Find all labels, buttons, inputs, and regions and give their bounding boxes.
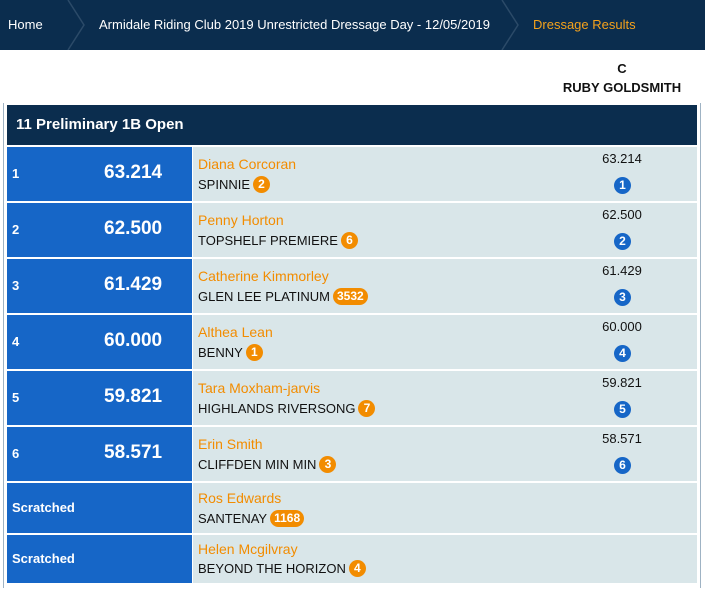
judge-score: 59.821 (602, 375, 642, 390)
horse-name: HIGHLANDS RIVERSONG 7 (198, 400, 376, 417)
rank-cell: 4 60.000 (7, 315, 192, 369)
breadcrumb-current: Dressage Results (533, 17, 636, 32)
judge-rank-badge: 2 (614, 233, 631, 250)
judge-rank-badge: 5 (614, 401, 631, 418)
horse-label: BEYOND THE HORIZON (198, 561, 346, 576)
rank-cell: 1 63.214 (7, 147, 192, 201)
place: 5 (12, 390, 20, 405)
scratched-row[interactable]: Scratched Helen Mcgilvray BEYOND THE HOR… (7, 535, 697, 583)
rank-cell: 6 58.571 (7, 427, 192, 481)
rider-name[interactable]: Catherine Kimmorley (198, 268, 329, 284)
horse-number-badge: 3532 (332, 288, 368, 305)
judge-rank-badge: 3 (614, 289, 631, 306)
competitor-cell: Helen Mcgilvray BEYOND THE HORIZON 4 (193, 535, 697, 583)
judge-position: C (617, 61, 627, 76)
competitor-cell: Diana Corcoran SPINNIE 2 63.214 1 (193, 147, 697, 201)
horse-label: SANTENAY (198, 511, 268, 526)
rider-name[interactable]: Erin Smith (198, 436, 263, 452)
table-frame-right (700, 103, 701, 588)
competitor-cell: Catherine Kimmorley GLEN LEE PLATINUM 353… (193, 259, 697, 313)
final-score: 61.429 (104, 274, 163, 295)
competitor-cell: Ros Edwards SANTENAY 1168 (193, 483, 697, 533)
horse-number-badge: 2 (253, 176, 271, 193)
final-score: 63.214 (104, 162, 163, 183)
result-row[interactable]: 1 63.214 Diana Corcoran SPINNIE 2 63.214 … (7, 147, 697, 201)
result-row[interactable]: 2 62.500 Penny Horton TOPSHELF PREMIERE 6… (7, 203, 697, 257)
competitor-cell: Althea Lean BENNY 1 60.000 4 (193, 315, 697, 369)
breadcrumb-event[interactable]: Armidale Riding Club 2019 Unrestricted D… (99, 0, 490, 50)
judge-score: 62.500 (602, 207, 642, 222)
breadcrumb: Home Armidale Riding Club 2019 Unrestric… (0, 0, 705, 50)
final-score: 59.821 (104, 386, 163, 407)
horse-name: CLIFFDEN MIN MIN 3 (198, 456, 337, 473)
horse-name: TOPSHELF PREMIERE 6 (198, 232, 358, 249)
horse-label: BENNY (198, 345, 243, 360)
horse-name: GLEN LEE PLATINUM 3532 (198, 288, 368, 305)
competitor-cell: Tara Moxham-jarvis HIGHLANDS RIVERSONG 7 … (193, 371, 697, 425)
judge-score: 63.214 (602, 151, 642, 166)
scratched-row[interactable]: Scratched Ros Edwards SANTENAY 1168 (7, 483, 697, 533)
horse-name: BEYOND THE HORIZON 4 (198, 560, 366, 577)
rider-name[interactable]: Penny Horton (198, 212, 284, 228)
rider-name[interactable]: Diana Corcoran (198, 156, 296, 172)
result-row[interactable]: 6 58.571 Erin Smith CLIFFDEN MIN MIN 3 58… (7, 427, 697, 481)
competitor-cell: Erin Smith CLIFFDEN MIN MIN 3 58.571 6 (193, 427, 697, 481)
judge-name: RUBY GOLDSMITH (562, 80, 682, 95)
horse-number-badge: 1 (245, 344, 263, 361)
place: 4 (12, 334, 20, 349)
table-frame-left (3, 103, 4, 588)
judge-rank-badge: 1 (614, 177, 631, 194)
judge-score: 58.571 (602, 431, 642, 446)
breadcrumb-separator-icon (501, 0, 519, 50)
rank-cell: Scratched (7, 483, 192, 533)
competitor-cell: Penny Horton TOPSHELF PREMIERE 6 62.500 2 (193, 203, 697, 257)
horse-number-badge: 4 (348, 560, 366, 577)
breadcrumb-home[interactable]: Home (8, 0, 43, 50)
final-score: 58.571 (104, 442, 163, 463)
final-score: 62.500 (104, 218, 163, 239)
rank-cell: Scratched (7, 535, 192, 583)
horse-label: TOPSHELF PREMIERE (198, 233, 338, 248)
horse-label: GLEN LEE PLATINUM (198, 289, 330, 304)
horse-number-badge: 7 (358, 400, 376, 417)
horse-number-badge: 1168 (270, 510, 305, 527)
horse-label: HIGHLANDS RIVERSONG (198, 401, 356, 416)
horse-number-badge: 3 (319, 456, 337, 473)
rank-cell: 3 61.429 (7, 259, 192, 313)
horse-label: SPINNIE (198, 177, 251, 192)
scratched-label: Scratched (12, 551, 75, 566)
judge-rank-badge: 6 (614, 457, 631, 474)
place: 3 (12, 278, 20, 293)
place: 1 (12, 166, 20, 181)
class-title: 11 Preliminary 1B Open (7, 105, 697, 145)
rank-cell: 5 59.821 (7, 371, 192, 425)
horse-name: SANTENAY 1168 (198, 510, 305, 527)
rider-name[interactable]: Tara Moxham-jarvis (198, 380, 320, 396)
rank-cell: 2 62.500 (7, 203, 192, 257)
rider-name[interactable]: Ros Edwards (198, 490, 281, 506)
horse-name: BENNY 1 (198, 344, 263, 361)
judge-score: 61.429 (602, 263, 642, 278)
result-row[interactable]: 3 61.429 Catherine Kimmorley GLEN LEE PL… (7, 259, 697, 313)
result-row[interactable]: 4 60.000 Althea Lean BENNY 1 60.000 4 (7, 315, 697, 369)
rider-name[interactable]: Althea Lean (198, 324, 273, 340)
horse-number-badge: 6 (340, 232, 358, 249)
scratched-label: Scratched (12, 500, 75, 515)
judge-rank-badge: 4 (614, 345, 631, 362)
judge-score: 60.000 (602, 319, 642, 334)
breadcrumb-separator-icon (67, 0, 85, 50)
rider-name[interactable]: Helen Mcgilvray (198, 541, 298, 557)
judge-header: C RUBY GOLDSMITH (0, 50, 705, 103)
horse-name: SPINNIE 2 (198, 176, 271, 193)
final-score: 60.000 (104, 330, 163, 351)
place: 2 (12, 222, 20, 237)
horse-label: CLIFFDEN MIN MIN (198, 457, 317, 472)
result-row[interactable]: 5 59.821 Tara Moxham-jarvis HIGHLANDS RI… (7, 371, 697, 425)
place: 6 (12, 446, 20, 461)
